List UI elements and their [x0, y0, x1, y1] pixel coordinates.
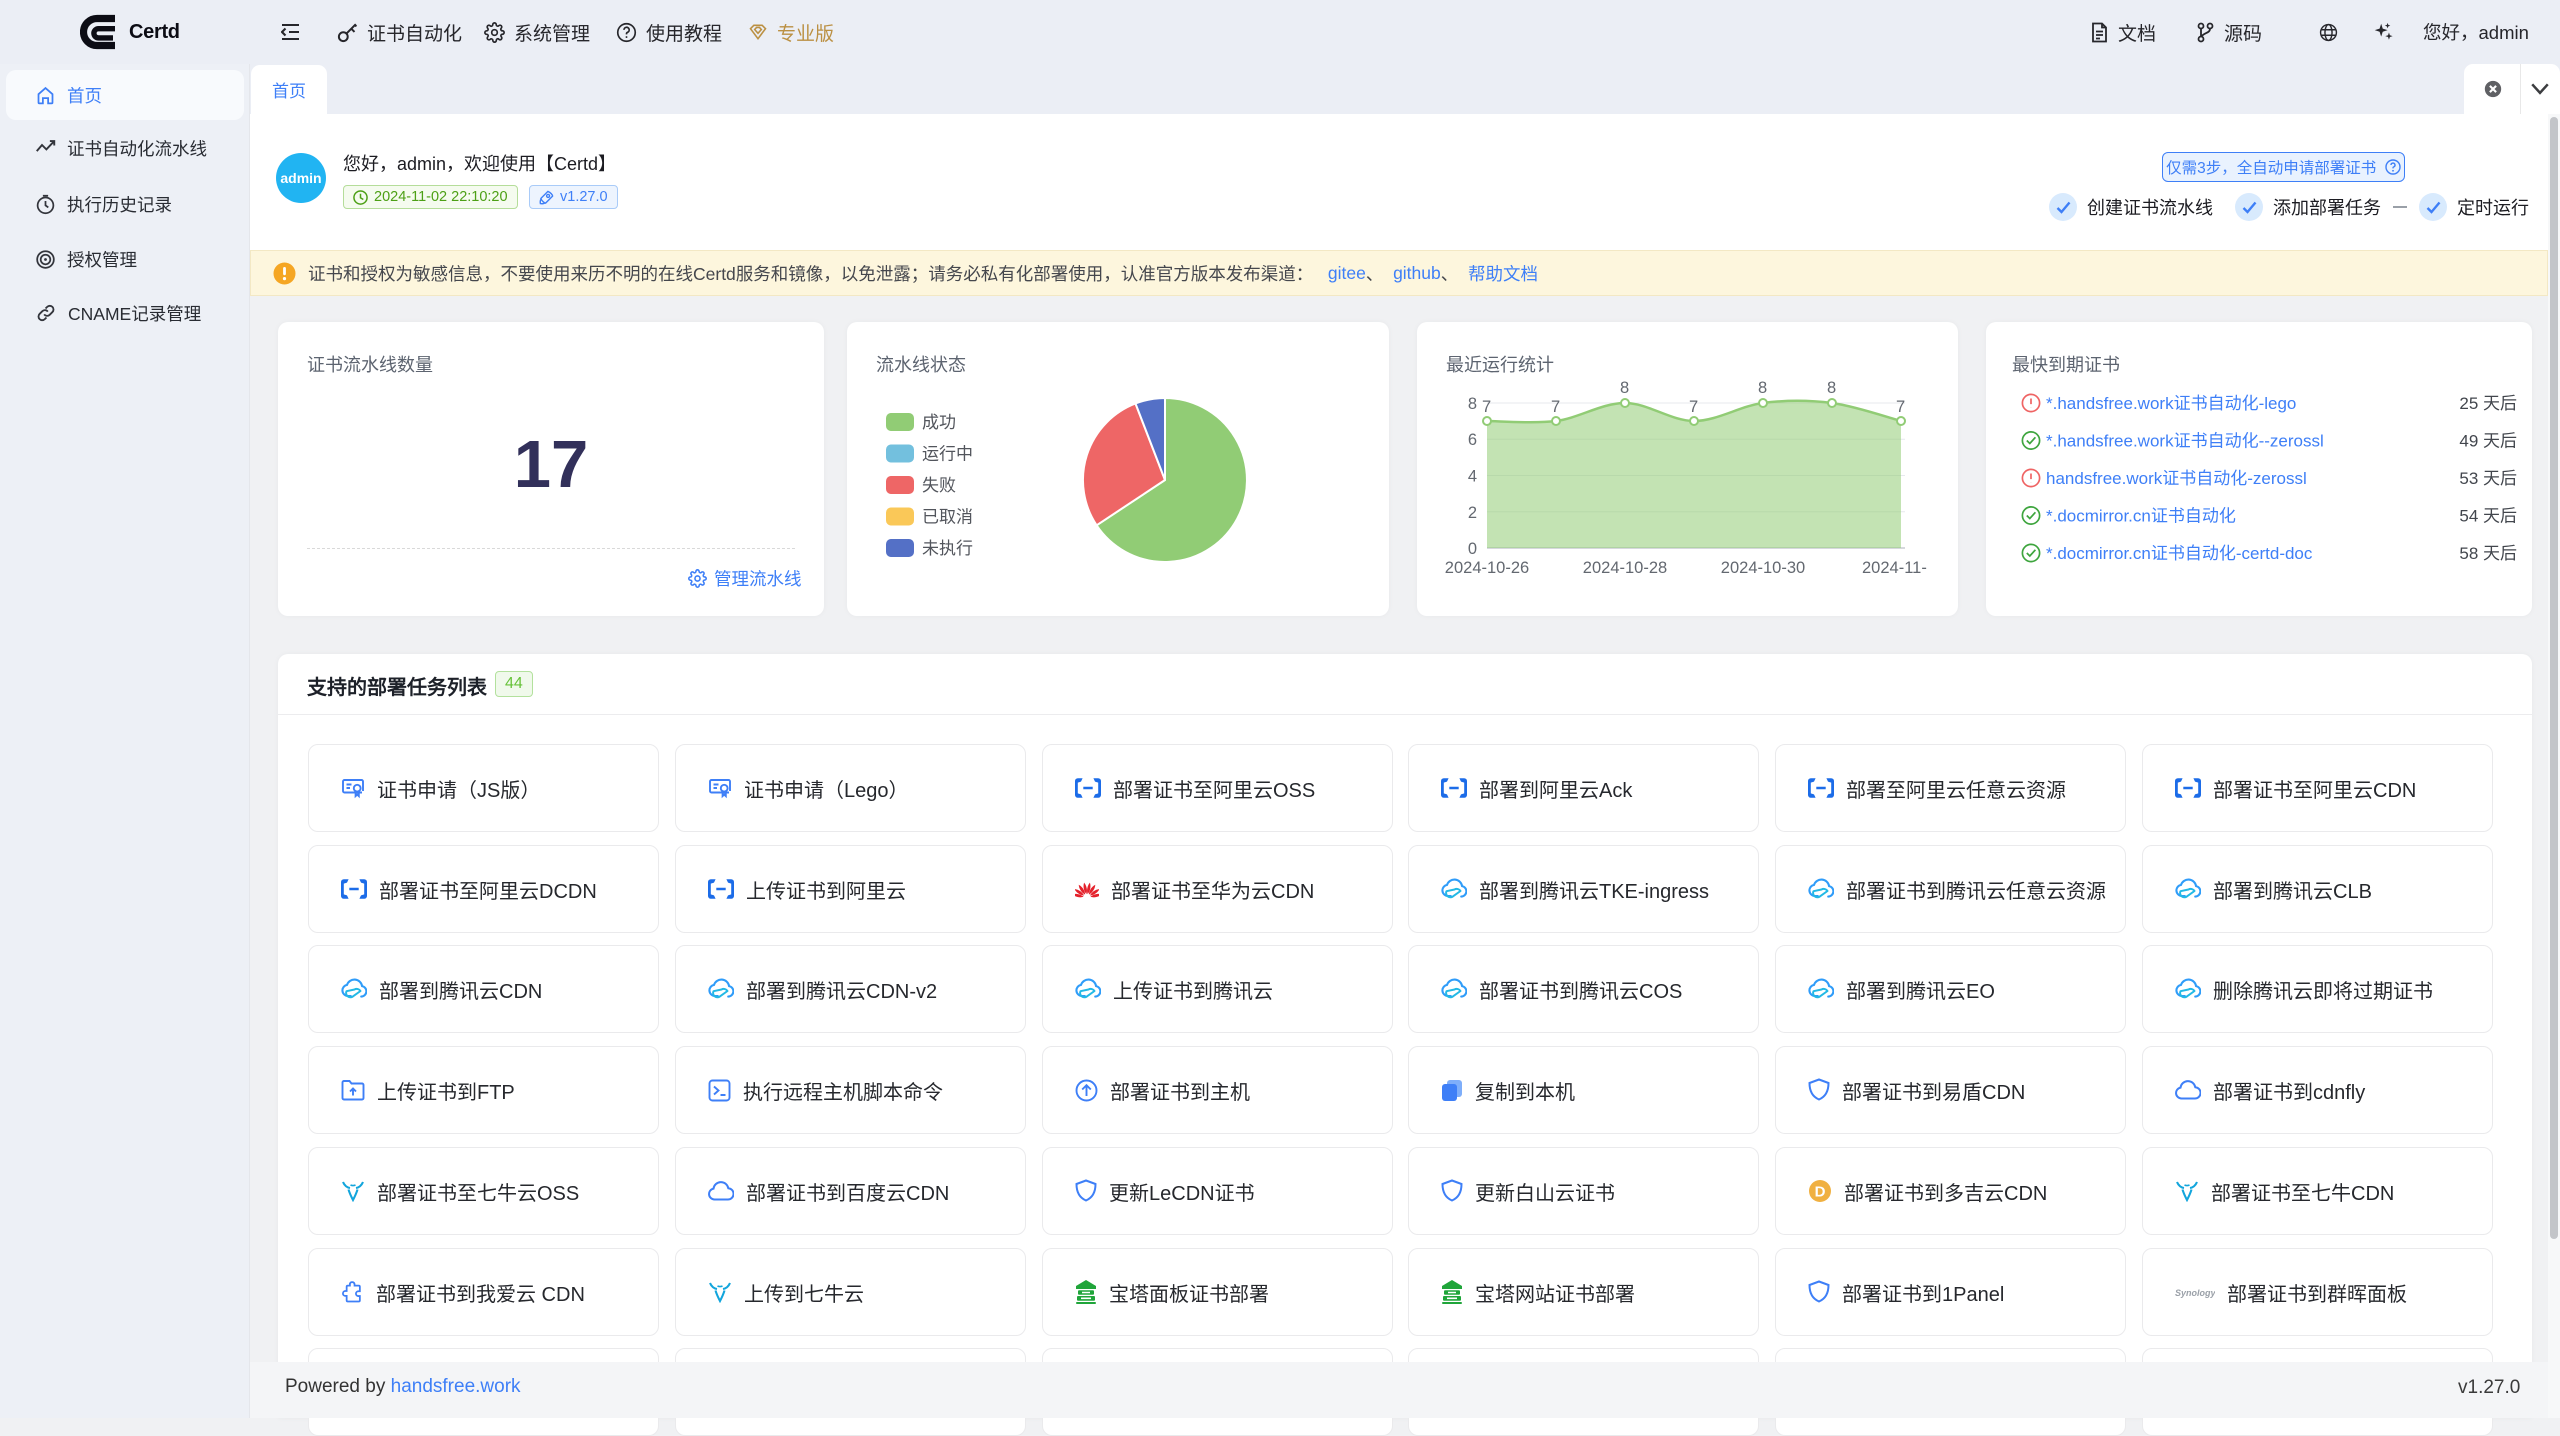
svg-text:*.handsfree.work证书自动化-lego: *.handsfree.work证书自动化-lego [2046, 394, 2296, 413]
svg-text:25 天后: 25 天后 [2459, 394, 2517, 413]
svg-text:Synology: Synology [2175, 1288, 2215, 1298]
svg-text:成功: 成功 [922, 413, 956, 432]
svg-text:已取消: 已取消 [922, 508, 973, 527]
svg-text:8: 8 [1758, 379, 1767, 397]
svg-text:运行中: 运行中 [922, 445, 973, 464]
svg-text:4: 4 [1468, 468, 1477, 486]
svg-text:53 天后: 53 天后 [2459, 469, 2517, 488]
svg-text:*.handsfree.work证书自动化--zerossl: *.handsfree.work证书自动化--zerossl [2046, 432, 2324, 451]
svg-text:7: 7 [1689, 398, 1698, 416]
svg-text:2024-11-: 2024-11- [1862, 559, 1927, 577]
svg-text:8: 8 [1468, 395, 1477, 413]
svg-text:49 天后: 49 天后 [2459, 432, 2517, 451]
svg-text:7: 7 [1896, 398, 1905, 416]
svg-text:6: 6 [1468, 431, 1477, 449]
svg-text:*.docmirror.cn证书自动化-certd-doc: *.docmirror.cn证书自动化-certd-doc [2046, 544, 2313, 563]
svg-text:2024-10-28: 2024-10-28 [1583, 559, 1667, 577]
svg-text:2024-10-26: 2024-10-26 [1445, 559, 1529, 577]
svg-text:8: 8 [1620, 379, 1629, 397]
svg-text:7: 7 [1482, 398, 1491, 416]
svg-text:*.docmirror.cn证书自动化: *.docmirror.cn证书自动化 [2046, 507, 2236, 526]
svg-text:2024-10-30: 2024-10-30 [1721, 559, 1805, 577]
svg-text:D: D [1815, 1184, 1826, 1201]
svg-text:58 天后: 58 天后 [2459, 544, 2517, 563]
svg-text:54 天后: 54 天后 [2459, 507, 2517, 526]
svg-text:8: 8 [1827, 379, 1836, 397]
svg-text:handsfree.work证书自动化-zerossl: handsfree.work证书自动化-zerossl [2046, 469, 2307, 488]
svg-text:2: 2 [1468, 504, 1477, 522]
svg-text:7: 7 [1551, 398, 1560, 416]
svg-text:失败: 失败 [922, 476, 956, 495]
svg-text:未执行: 未执行 [922, 539, 973, 558]
svg-text:0: 0 [1468, 540, 1477, 558]
